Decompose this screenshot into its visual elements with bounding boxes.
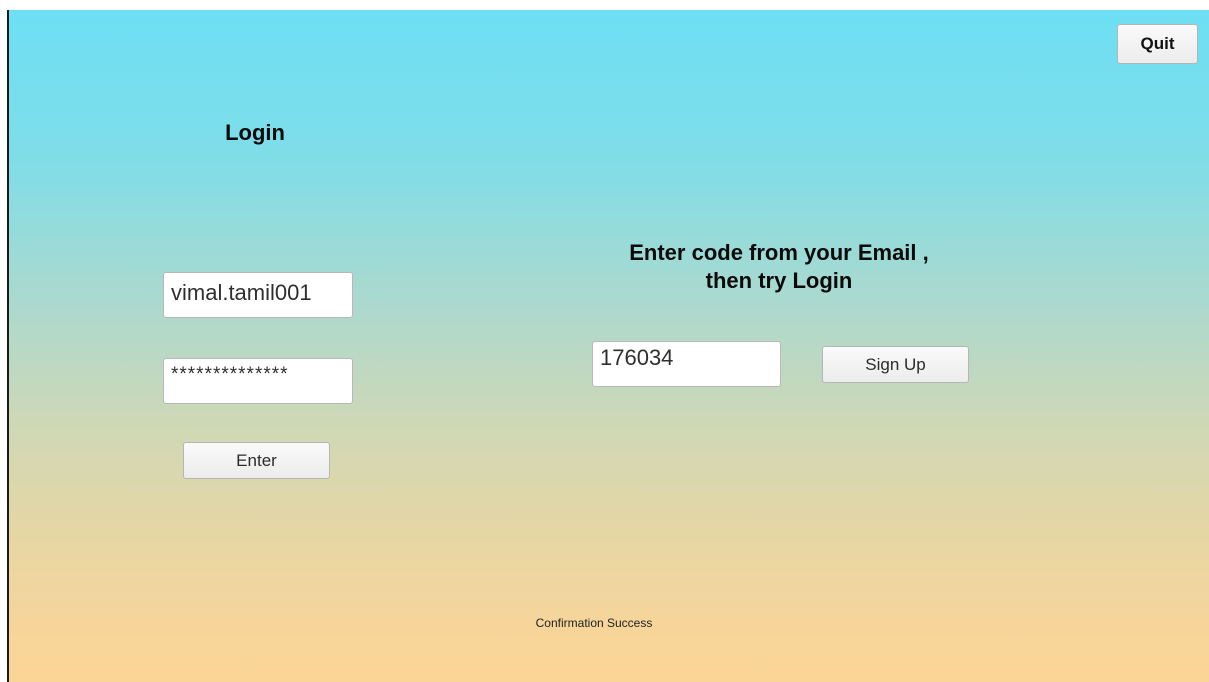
app-window: Login vimal.tamil001 ************** Ente… bbox=[0, 0, 1209, 682]
sign-up-button[interactable]: Sign Up bbox=[822, 346, 969, 383]
instruction-line-2: then try Login bbox=[705, 268, 853, 293]
game-viewport: Login vimal.tamil001 ************** Ente… bbox=[9, 10, 1209, 682]
status-message: Confirmation Success bbox=[535, 616, 653, 630]
login-title: Login bbox=[225, 120, 285, 145]
quit-button[interactable]: Quit bbox=[1117, 24, 1198, 64]
password-input[interactable]: ************** bbox=[163, 358, 353, 404]
username-input[interactable]: vimal.tamil001 bbox=[163, 272, 353, 318]
instruction-line-1: Enter code from your Email , bbox=[629, 240, 929, 265]
confirmation-instructions: Enter code from your Email , then try Lo… bbox=[569, 239, 989, 295]
confirmation-code-input[interactable]: 176034 bbox=[592, 341, 781, 387]
enter-button[interactable]: Enter bbox=[183, 442, 330, 479]
